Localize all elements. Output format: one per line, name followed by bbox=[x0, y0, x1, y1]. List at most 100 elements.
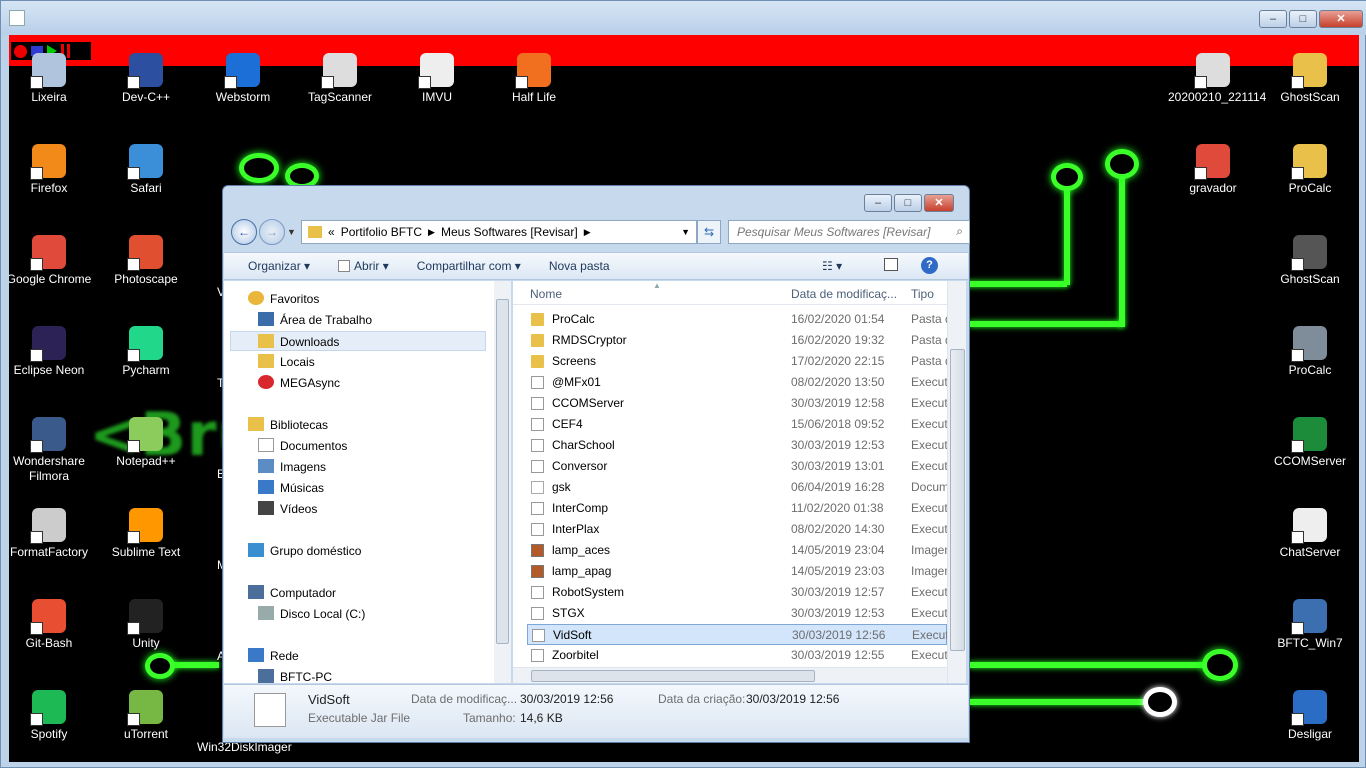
preview-pane-icon[interactable] bbox=[884, 258, 898, 271]
nav-item-label: Disco Local (C:) bbox=[280, 607, 366, 621]
desktop-icon-spotify[interactable]: Spotify bbox=[9, 690, 94, 742]
homegroup-icon bbox=[248, 543, 264, 557]
close-button[interactable]: ✕ bbox=[1319, 10, 1363, 28]
search-input[interactable]: Pesquisar Meus Softwares [Revisar] ⌕ bbox=[728, 220, 970, 244]
recent-dropdown-icon[interactable]: ▼ bbox=[287, 227, 296, 237]
desktop-icon-procalc[interactable]: ProCalc bbox=[1265, 144, 1355, 196]
chevron-right-icon[interactable]: ▶ bbox=[584, 227, 591, 238]
column-date[interactable]: Data de modificaç... bbox=[791, 287, 897, 301]
file-row[interactable]: STGX 30/03/2019 12:53 Executa bbox=[513, 603, 947, 624]
file-row[interactable]: lamp_apag 14/05/2019 23:03 Imagen bbox=[513, 561, 947, 582]
nav-item-documentos[interactable]: Documentos bbox=[258, 436, 347, 456]
file-row[interactable]: gsk 06/04/2019 16:28 Docum bbox=[513, 477, 947, 498]
nav-item-grupo-dom-stico[interactable]: Grupo doméstico bbox=[248, 541, 361, 561]
desktop-icon-ghostscan[interactable]: GhostScan bbox=[1265, 53, 1355, 105]
explorer-maximize-button[interactable]: □ bbox=[894, 194, 922, 212]
vertical-scroll-thumb[interactable] bbox=[950, 349, 965, 651]
nav-item-downloads[interactable]: Downloads bbox=[230, 331, 486, 351]
desktop-icon-safari[interactable]: Safari bbox=[101, 144, 191, 196]
minimize-button[interactable]: – bbox=[1259, 10, 1287, 28]
file-row[interactable]: InterPlax 08/02/2020 14:30 Executa bbox=[513, 519, 947, 540]
share-menu[interactable]: Compartilhar com ▾ bbox=[417, 259, 521, 273]
file-row[interactable]: InterComp 11/02/2020 01:38 Executa bbox=[513, 498, 947, 519]
organize-menu[interactable]: Organizar ▾ bbox=[248, 259, 310, 273]
desktop-icon-dev-c-[interactable]: Dev-C++ bbox=[101, 53, 191, 105]
desktop-icon-ghostscan[interactable]: GhostScan bbox=[1265, 235, 1355, 287]
help-icon[interactable]: ? bbox=[921, 257, 938, 274]
breadcrumb-overflow[interactable]: « bbox=[328, 225, 335, 239]
explorer-close-button[interactable]: ✕ bbox=[924, 194, 954, 212]
desktop-icon-procalc[interactable]: ProCalc bbox=[1265, 326, 1355, 378]
breadcrumb-item-current[interactable]: Meus Softwares [Revisar] bbox=[441, 225, 578, 239]
desktop-icon-git-bash[interactable]: Git-Bash bbox=[9, 599, 94, 651]
file-row[interactable]: CCOMServer 30/03/2019 12:58 Executa bbox=[513, 393, 947, 414]
java-icon bbox=[1291, 417, 1327, 453]
nav-item-bibliotecas[interactable]: Bibliotecas bbox=[248, 415, 328, 435]
nav-item-m-sicas[interactable]: Músicas bbox=[258, 478, 324, 498]
horizontal-scrollbar[interactable] bbox=[513, 667, 947, 683]
desktop-icon-sublime-text[interactable]: Sublime Text bbox=[101, 508, 191, 560]
desktop-icon-google-chrome[interactable]: Google Chrome bbox=[9, 235, 94, 287]
desktop-icon-imvu[interactable]: IMVU bbox=[392, 53, 482, 105]
file-row[interactable]: VidSoft 30/03/2019 12:56 Executa bbox=[527, 624, 947, 645]
nav-item-locais[interactable]: Locais bbox=[258, 352, 315, 372]
view-options-icon[interactable]: ☷ ▾ bbox=[822, 259, 842, 273]
nav-item-megasync[interactable]: MEGAsync bbox=[258, 373, 340, 393]
desktop-icon-unity[interactable]: Unity bbox=[101, 599, 191, 651]
file-row[interactable]: Screens 17/02/2020 22:15 Pasta d bbox=[513, 351, 947, 372]
desktop-icon-desligar[interactable]: Desligar bbox=[1265, 690, 1355, 742]
desktop-icon-tagscanner[interactable]: TagScanner bbox=[295, 53, 385, 105]
desktop-icon-label: Firefox bbox=[30, 181, 68, 195]
file-row[interactable]: Conversor 30/03/2019 13:01 Executa bbox=[513, 456, 947, 477]
nav-item-rede[interactable]: Rede bbox=[248, 646, 299, 666]
desktop-icon-bftc-win7[interactable]: BFTC_Win7 bbox=[1265, 599, 1355, 651]
desktop-icon-firefox[interactable]: Firefox bbox=[9, 144, 94, 196]
nav-scrollbar[interactable] bbox=[494, 281, 511, 683]
column-name[interactable]: Nome bbox=[530, 287, 562, 301]
new-folder-button[interactable]: Nova pasta bbox=[549, 259, 610, 273]
file-row[interactable]: CEF4 15/06/2018 09:52 Executa bbox=[513, 414, 947, 435]
desktop-icon-20200210-221114[interactable]: 20200210_221114 bbox=[1168, 53, 1266, 105]
file-row[interactable]: ProCalc 16/02/2020 01:54 Pasta d bbox=[513, 309, 947, 330]
file-row[interactable]: lamp_aces 14/05/2019 23:04 Imagen bbox=[513, 540, 947, 561]
breadcrumb-item-portfolio[interactable]: Portifolio BFTC bbox=[341, 225, 422, 239]
desktop-icon-webstorm[interactable]: Webstorm bbox=[198, 53, 288, 105]
desktop-icon-eclipse-neon[interactable]: Eclipse Neon bbox=[9, 326, 94, 378]
column-type[interactable]: Tipo bbox=[911, 287, 934, 301]
file-row[interactable]: RMDSCryptor 16/02/2020 19:32 Pasta d bbox=[513, 330, 947, 351]
nav-item-imagens[interactable]: Imagens bbox=[258, 457, 326, 477]
desktop-icon-gravador[interactable]: gravador bbox=[1168, 144, 1258, 196]
desktop-icon-ccomserver[interactable]: CCOMServer bbox=[1265, 417, 1355, 469]
nav-item--rea-de-trabalho[interactable]: Área de Trabalho bbox=[258, 310, 372, 330]
nav-item-disco-local-c-[interactable]: Disco Local (C:) bbox=[258, 604, 365, 624]
refresh-button[interactable]: ⇆ bbox=[697, 220, 721, 244]
desktop-icon-photoscape[interactable]: Photoscape bbox=[101, 235, 191, 287]
desktop-icon-wondershare-filmora[interactable]: Wondershare Filmora bbox=[9, 417, 94, 484]
forward-button[interactable]: → bbox=[259, 219, 285, 245]
desktop-icon-pycharm[interactable]: Pycharm bbox=[101, 326, 191, 378]
nav-item-v-deos[interactable]: Vídeos bbox=[258, 499, 317, 519]
nav-item-computador[interactable]: Computador bbox=[248, 583, 336, 603]
file-row[interactable]: CharSchool 30/03/2019 12:53 Executa bbox=[513, 435, 947, 456]
desktop-icon-lixeira[interactable]: Lixeira bbox=[9, 53, 94, 105]
horizontal-scroll-thumb[interactable] bbox=[531, 670, 815, 682]
desktop-icon-half-life[interactable]: Half Life bbox=[489, 53, 579, 105]
desktop-icon-formatfactory[interactable]: FormatFactory bbox=[9, 508, 94, 560]
open-menu[interactable]: Abrir ▾ bbox=[338, 259, 389, 273]
back-button[interactable]: ← bbox=[231, 219, 257, 245]
breadcrumb[interactable]: « Portifolio BFTC ▶ Meus Softwares [Revi… bbox=[301, 220, 697, 244]
desktop-icon-label: Webstorm bbox=[215, 90, 271, 104]
desktop-icon-chatserver[interactable]: ChatServer bbox=[1265, 508, 1355, 560]
file-row[interactable]: @MFx01 08/02/2020 13:50 Executa bbox=[513, 372, 947, 393]
desktop-icon-utorrent[interactable]: uTorrent bbox=[101, 690, 191, 742]
nav-scroll-thumb[interactable] bbox=[496, 299, 509, 644]
chevron-right-icon[interactable]: ▶ bbox=[428, 227, 435, 238]
nav-item-favoritos[interactable]: Favoritos bbox=[248, 289, 319, 309]
vertical-scrollbar[interactable] bbox=[947, 281, 966, 683]
file-row[interactable]: RobotSystem 30/03/2019 12:57 Executa bbox=[513, 582, 947, 603]
explorer-minimize-button[interactable]: – bbox=[864, 194, 892, 212]
desktop-icon-notepad-[interactable]: Notepad++ bbox=[101, 417, 191, 469]
file-row[interactable]: Zoorbitel 30/03/2019 12:55 Executa bbox=[513, 645, 947, 666]
maximize-button[interactable]: □ bbox=[1289, 10, 1317, 28]
address-dropdown-icon[interactable]: ▼ bbox=[681, 227, 690, 237]
